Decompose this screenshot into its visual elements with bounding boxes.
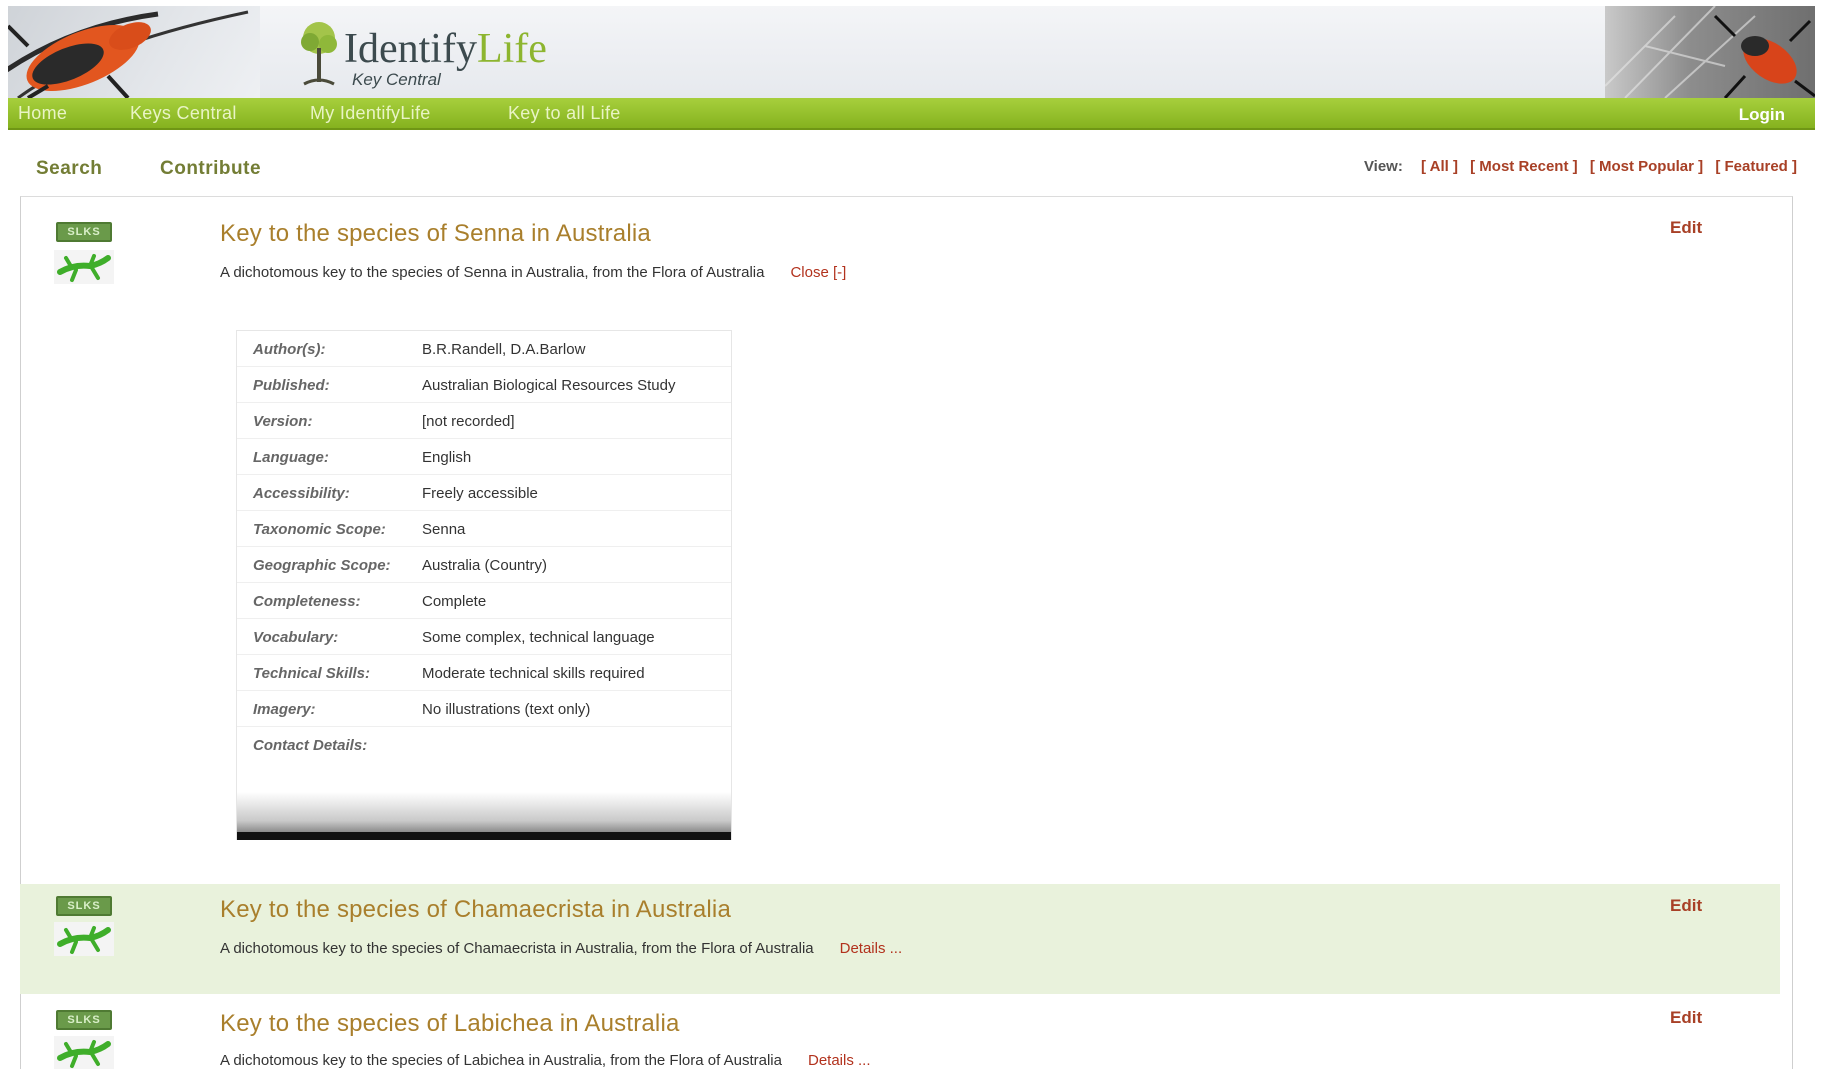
detail-row-technical-skills: Technical Skills: Moderate technical ski…: [237, 655, 731, 691]
nav-key-to-all-life[interactable]: Key to all Life: [508, 103, 621, 124]
beetle-banner-image: [8, 6, 260, 98]
nav-home[interactable]: Home: [18, 103, 67, 124]
detail-row-geographic-scope: Geographic Scope: Australia (Country): [237, 547, 731, 583]
details-panel-bottom-bar: [237, 832, 731, 840]
tree-logo-icon: [301, 22, 337, 86]
slks-badge: SLKS: [56, 896, 112, 916]
slks-badge: SLKS: [56, 1010, 112, 1030]
contribute-link[interactable]: Contribute: [160, 158, 261, 180]
detail-row-language: Language: English: [237, 439, 731, 475]
lizard-icon[interactable]: [54, 922, 114, 956]
detail-value: B.R.Randell, D.A.Barlow: [422, 341, 586, 358]
view-most-recent-link[interactable]: [ Most Recent ]: [1470, 158, 1578, 175]
view-most-popular-link[interactable]: [ Most Popular ]: [1590, 158, 1703, 175]
key-list-item: SLKS Key to the species of Chamaecrista …: [20, 884, 1780, 994]
detail-label: Contact Details:: [253, 737, 368, 754]
detail-value: Senna: [422, 521, 466, 538]
view-label: View:: [1363, 158, 1403, 175]
nav-keys-central[interactable]: Keys Central: [130, 103, 237, 124]
lizard-icon[interactable]: [54, 1036, 114, 1069]
key-description-text: A dichotomous key to the species of Labi…: [220, 1052, 782, 1069]
slks-badge: SLKS: [56, 222, 112, 242]
detail-value: Moderate technical skills required: [422, 665, 645, 682]
key-description-text: A dichotomous key to the species of Cham…: [220, 940, 814, 957]
logo-title: IdentifyLife: [344, 26, 547, 72]
search-link[interactable]: Search: [36, 158, 102, 180]
key-description-text: A dichotomous key to the species of Senn…: [220, 264, 765, 281]
key-title-link[interactable]: Key to the species of Senna in Australia: [220, 220, 651, 248]
detail-label: Completeness:: [253, 593, 361, 610]
details-link[interactable]: Details ...: [808, 1052, 871, 1069]
detail-label: Geographic Scope:: [253, 557, 391, 574]
detail-row-vocabulary: Vocabulary: Some complex, technical lang…: [237, 619, 731, 655]
key-details-panel: Author(s): B.R.Randell, D.A.Barlow Publi…: [236, 330, 732, 840]
detail-row-contact-details: Contact Details:: [237, 727, 731, 763]
detail-label: Version:: [253, 413, 313, 430]
detail-label: Taxonomic Scope:: [253, 521, 386, 538]
detail-row-version: Version: [not recorded]: [237, 403, 731, 439]
edit-link[interactable]: Edit: [1670, 218, 1702, 238]
key-title-link[interactable]: Key to the species of Chamaecrista in Au…: [220, 896, 731, 924]
detail-row-author: Author(s): B.R.Randell, D.A.Barlow: [237, 331, 731, 367]
detail-value: Complete: [422, 593, 487, 610]
detail-label: Author(s):: [253, 341, 326, 358]
edit-link[interactable]: Edit: [1670, 896, 1702, 916]
detail-row-accessibility: Accessibility: Freely accessible: [237, 475, 731, 511]
detail-label: Vocabulary:: [253, 629, 339, 646]
detail-value: [not recorded]: [422, 413, 515, 430]
key-description: A dichotomous key to the species of Labi…: [220, 1052, 871, 1069]
key-title-link[interactable]: Key to the species of Labichea in Austra…: [220, 1010, 680, 1038]
detail-label: Imagery:: [253, 701, 316, 718]
main-nav: Home Keys Central My IdentifyLife Key to…: [8, 98, 1815, 130]
edit-link[interactable]: Edit: [1670, 1008, 1702, 1028]
detail-label: Language:: [253, 449, 329, 466]
detail-row-completeness: Completeness: Complete: [237, 583, 731, 619]
login-link[interactable]: Login: [1739, 105, 1785, 125]
key-list-item: SLKS Key to the species of Labichea in A…: [20, 1000, 1780, 1069]
key-description: A dichotomous key to the species of Senn…: [220, 264, 846, 281]
close-details-link[interactable]: Close [-]: [790, 264, 846, 281]
detail-label: Accessibility:: [253, 485, 350, 502]
nav-my-identifylife[interactable]: My IdentifyLife: [310, 103, 431, 124]
detail-value: Australian Biological Resources Study: [422, 377, 676, 394]
site-header: IdentifyLife Key Central: [8, 6, 1815, 98]
view-featured-link[interactable]: [ Featured ]: [1715, 158, 1797, 175]
detail-value: Australia (Country): [422, 557, 548, 574]
detail-value: Some complex, technical language: [422, 629, 655, 646]
detail-row-taxonomic-scope: Taxonomic Scope: Senna: [237, 511, 731, 547]
detail-row-imagery: Imagery: No illustrations (text only): [237, 691, 731, 727]
spider-banner-image: [1605, 6, 1815, 98]
view-filter: View: [ All ] [ Most Recent ] [ Most Pop…: [1364, 158, 1797, 175]
detail-value: Freely accessible: [422, 485, 538, 502]
detail-row-published: Published: Australian Biological Resourc…: [237, 367, 731, 403]
detail-value: English: [422, 449, 472, 466]
details-link[interactable]: Details ...: [840, 940, 903, 957]
lizard-icon[interactable]: [54, 250, 114, 284]
detail-label: Published:: [253, 377, 330, 394]
view-all-link[interactable]: [ All ]: [1421, 158, 1458, 175]
logo-subtitle: Key Central: [352, 70, 441, 89]
key-description: A dichotomous key to the species of Cham…: [220, 940, 902, 957]
detail-value: No illustrations (text only): [422, 701, 591, 718]
detail-label: Technical Skills:: [253, 665, 370, 682]
